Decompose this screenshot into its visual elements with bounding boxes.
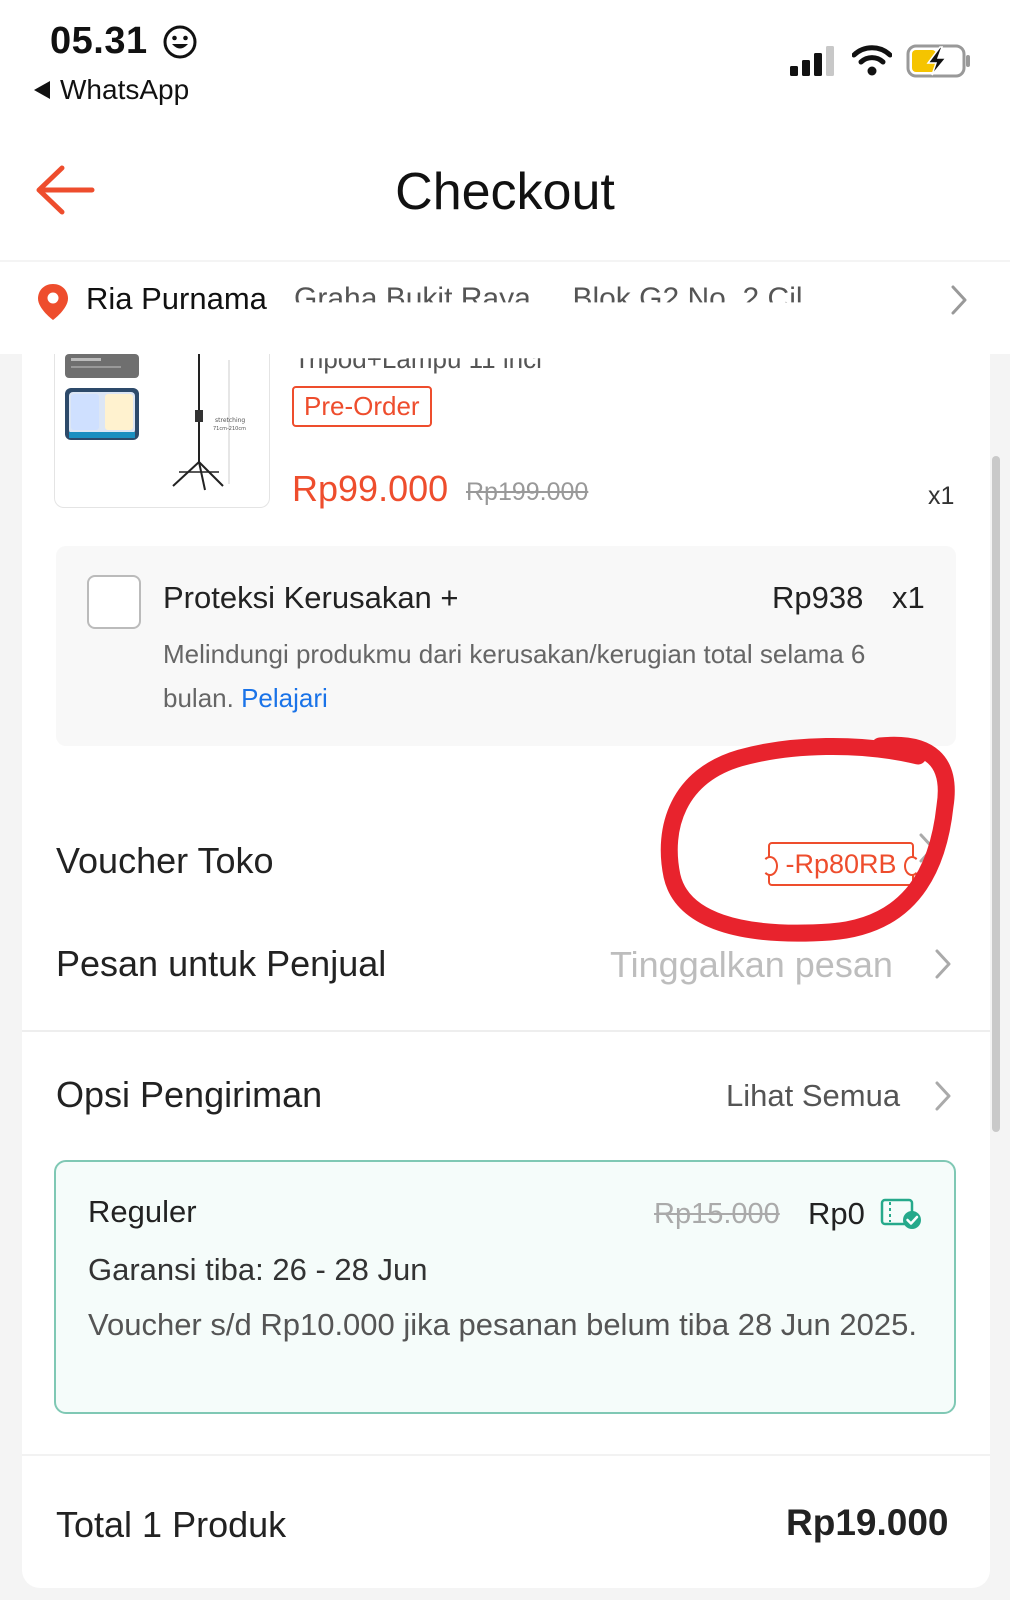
back-to-app-link[interactable]: WhatsApp xyxy=(34,74,189,106)
protection-description: Melindungi produkmu dari kerusakan/kerug… xyxy=(163,632,903,720)
protection-quantity: x1 xyxy=(892,580,925,615)
status-time: 05.31 xyxy=(50,20,148,62)
protection-title: Proteksi Kerusakan + xyxy=(163,580,459,615)
preorder-badge: Pre-Order xyxy=(292,386,432,427)
message-to-seller-label: Pesan untuk Penjual xyxy=(56,943,387,984)
see-all-shipping-link[interactable]: Lihat Semua xyxy=(726,1078,900,1114)
product-original-price: Rp199.000 xyxy=(466,478,589,506)
tripod-lamp-illustration: stretching 71cm-210cm xyxy=(65,354,246,491)
scrollbar[interactable] xyxy=(992,456,1000,1132)
shipping-chevron-icon[interactable] xyxy=(934,1080,952,1112)
learn-more-link[interactable]: Pelajari xyxy=(241,683,328,713)
shipping-price: Rp0 xyxy=(808,1196,865,1231)
chevron-right-icon[interactable] xyxy=(950,284,968,316)
shipping-option-label: Opsi Pengiriman xyxy=(56,1074,323,1115)
page-title: Checkout xyxy=(395,163,615,221)
product-price: Rp99.000 xyxy=(292,468,449,509)
delivery-guarantee: Garansi tiba: 26 - 28 Jun xyxy=(88,1252,428,1287)
late-delivery-voucher-note: Voucher s/d Rp10.000 jika pesanan belum … xyxy=(88,1307,917,1342)
shop-voucher-label[interactable]: Voucher Toko xyxy=(56,840,274,882)
protection-checkbox[interactable] xyxy=(87,575,141,629)
cellular-signal-icon xyxy=(790,46,834,76)
smiley-icon xyxy=(163,25,197,59)
section-divider xyxy=(22,1030,990,1032)
product-image[interactable]: stretching 71cm-210cm xyxy=(54,354,270,508)
total-products-label: Total 1 Produk xyxy=(56,1504,287,1545)
back-app-label: WhatsApp xyxy=(60,74,190,105)
battery-charging-icon xyxy=(906,44,970,78)
recipient-name: Ria Purnama xyxy=(86,281,267,316)
free-shipping-voucher-icon xyxy=(880,1198,921,1229)
svg-text:stretching: stretching xyxy=(215,417,245,424)
protection-price: Rp938 xyxy=(772,580,864,615)
product-quantity: x1 xyxy=(928,482,955,510)
shipping-option-name: Reguler xyxy=(88,1194,197,1229)
total-separator xyxy=(22,1454,990,1456)
red-circle-annotation xyxy=(660,736,955,942)
location-pin-icon xyxy=(38,284,68,320)
shipping-original-price: Rp15.000 xyxy=(654,1198,780,1230)
total-products-value: Rp19.000 xyxy=(786,1502,949,1543)
wifi-icon xyxy=(852,45,892,76)
back-triangle-icon xyxy=(34,81,50,99)
svg-text:71cm-210cm: 71cm-210cm xyxy=(213,426,246,432)
